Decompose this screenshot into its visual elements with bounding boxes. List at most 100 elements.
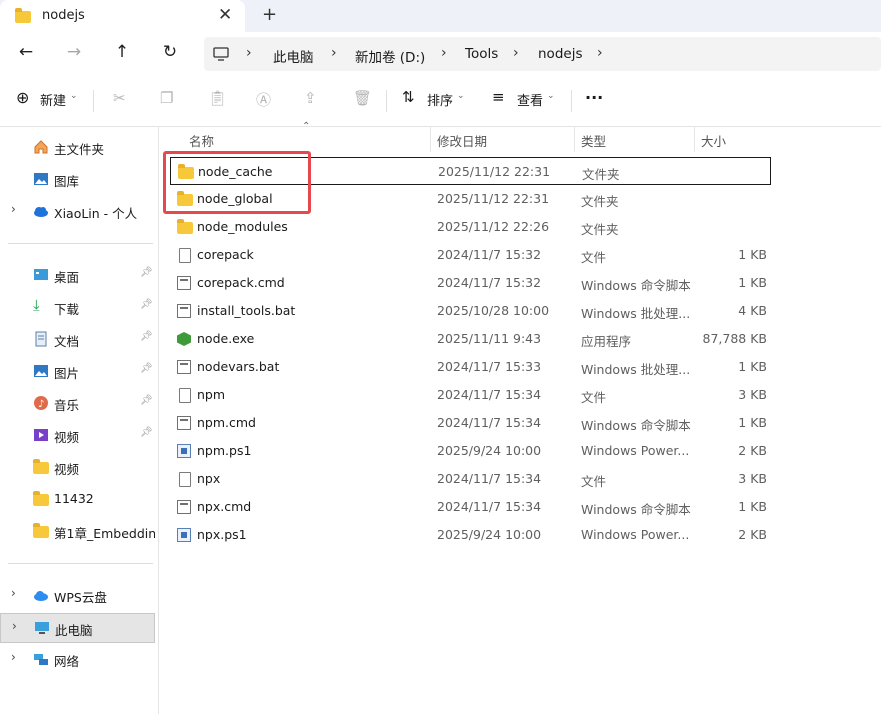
highlight-annotation — [163, 151, 311, 214]
sidebar-item-network[interactable]: › 网络 — [0, 645, 155, 673]
table-row[interactable]: node.exe 2025/11/11 9:43 应用程序 87,788 KB — [170, 325, 771, 353]
cut-icon[interactable]: ✂ — [113, 89, 126, 107]
sidebar-item-folder-videos[interactable]: 视频 — [0, 453, 155, 481]
file-type: 文件 — [581, 474, 607, 489]
chevron-right-icon[interactable]: › — [11, 650, 16, 664]
pin-icon[interactable]: 📌︎ — [140, 427, 153, 438]
copy-icon[interactable]: ❐ — [160, 89, 173, 107]
address-bar[interactable]: › 此电脑 › 新加卷 (D:) › Tools › nodejs › — [204, 37, 881, 71]
chevron-right-icon: › — [597, 45, 603, 61]
sort-button[interactable]: ⇅ 排序 ⌄ — [402, 76, 477, 126]
file-date: 2024/11/7 15:33 — [437, 359, 542, 374]
table-row[interactable]: npm.ps1 2025/9/24 10:00 Windows Power... 2 … — [170, 437, 771, 465]
chevron-down-icon: ⌄ — [457, 91, 465, 101]
pin-icon[interactable]: 📌︎ — [140, 331, 153, 342]
sidebar-item-folder-11432[interactable]: 11432 — [0, 485, 155, 513]
rename-icon[interactable]: Ⓐ — [256, 89, 271, 110]
table-row[interactable]: corepack 2024/11/7 15:32 文件 1 KB — [170, 241, 771, 269]
chevron-right-icon[interactable]: › — [12, 619, 17, 633]
breadcrumb-this-pc[interactable]: 此电脑 — [273, 46, 314, 66]
table-row[interactable]: npx.cmd 2024/11/7 15:34 Windows 命令脚本 1 KB — [170, 493, 771, 521]
breadcrumb-tools[interactable]: Tools — [465, 46, 498, 62]
monitor-icon — [213, 47, 229, 61]
file-size: 1 KB — [738, 415, 767, 430]
network-icon — [34, 654, 48, 665]
script-icon — [177, 304, 191, 318]
new-tab-button[interactable]: + — [262, 4, 277, 25]
column-header-name[interactable]: 名称 — [189, 131, 214, 150]
table-row[interactable]: nodevars.bat 2024/11/7 15:33 Windows 批处理..… — [170, 353, 771, 381]
folder-icon — [33, 491, 49, 506]
file-type: 文件夹 — [581, 194, 619, 209]
sidebar-item-music[interactable]: ♪ 音乐 📌︎ — [0, 389, 155, 417]
sidebar-divider — [8, 563, 153, 564]
column-divider[interactable] — [694, 127, 695, 152]
sidebar-item-downloads[interactable]: ⤓ 下载 📌︎ — [0, 293, 155, 321]
view-icon: ≡ — [492, 88, 505, 106]
table-row[interactable]: npm.cmd 2024/11/7 15:34 Windows 命令脚本 1 KB — [170, 409, 771, 437]
folder-icon — [33, 523, 49, 538]
sidebar-item-label: WPS云盘 — [54, 590, 107, 605]
table-row[interactable]: npx.ps1 2025/9/24 10:00 Windows Power... 2 … — [170, 521, 771, 549]
up-arrow-icon[interactable]: ↑ — [108, 42, 136, 66]
table-row[interactable]: install_tools.bat 2025/10/28 10:00 Windows… — [170, 297, 771, 325]
file-date: 2025/11/11 9:43 — [437, 331, 542, 346]
sidebar-item-folder-embedding[interactable]: 第1章_Embedding — [0, 517, 155, 545]
view-button[interactable]: ≡ 查看 ⌄ — [492, 76, 567, 126]
sidebar-item-label: 图片 — [54, 366, 80, 381]
new-button[interactable]: ⊕ 新建 ⌄ — [14, 76, 84, 126]
breadcrumb-drive-d[interactable]: 新加卷 (D:) — [355, 46, 425, 66]
file-type: 应用程序 — [581, 334, 632, 349]
sidebar-item-gallery[interactable]: 图库 — [0, 165, 155, 193]
column-header-date[interactable]: 修改日期 — [437, 131, 487, 150]
column-divider[interactable] — [574, 127, 575, 152]
delete-icon[interactable]: 🗑︎ — [353, 89, 372, 107]
sidebar-item-home[interactable]: 主文件夹 — [0, 133, 155, 161]
file-size: 87,788 KB — [702, 331, 767, 346]
table-row[interactable]: npm 2024/11/7 15:34 文件 3 KB — [170, 381, 771, 409]
table-row[interactable]: corepack.cmd 2024/11/7 15:32 Windows 命令脚本 1… — [170, 269, 771, 297]
pin-icon[interactable]: 📌︎ — [140, 299, 153, 310]
column-header-type[interactable]: 类型 — [581, 131, 606, 150]
script-icon — [177, 416, 191, 430]
table-row[interactable]: npx 2024/11/7 15:34 文件 3 KB — [170, 465, 771, 493]
paste-icon[interactable]: 📋︎ — [208, 89, 227, 107]
divider — [386, 90, 387, 112]
back-arrow-icon[interactable]: ← — [12, 42, 40, 66]
file-type: Windows 命令脚本 — [581, 502, 691, 517]
share-icon[interactable]: ⇪ — [304, 89, 317, 107]
forward-arrow-icon[interactable]: → — [60, 42, 88, 66]
table-row[interactable]: node_modules 2025/11/12 22:26 文件夹 — [170, 213, 771, 241]
chevron-right-icon: › — [513, 45, 519, 61]
close-icon[interactable]: ✕ — [218, 5, 232, 25]
refresh-icon[interactable]: ↻ — [156, 42, 184, 66]
file-date: 2025/9/24 10:00 — [437, 527, 542, 542]
breadcrumb-nodejs[interactable]: nodejs — [538, 46, 582, 62]
file-name: npx.ps1 — [197, 527, 247, 542]
chevron-right-icon[interactable]: › — [11, 586, 16, 600]
file-date: 2024/11/7 15:34 — [437, 415, 542, 430]
file-size: 2 KB — [738, 527, 767, 542]
chevron-down-icon: ⌄ — [547, 91, 555, 101]
chevron-right-icon[interactable]: › — [11, 202, 16, 216]
wps-cloud-icon — [34, 591, 48, 601]
node-exe-icon — [177, 332, 191, 346]
sidebar-item-label: 第1章_Embedding — [54, 526, 155, 541]
sidebar-item-videos[interactable]: 视频 📌︎ — [0, 421, 155, 449]
folder-icon — [15, 8, 31, 23]
tab-nodejs[interactable]: nodejs ✕ — [0, 0, 245, 32]
pin-icon[interactable]: 📌︎ — [140, 395, 153, 406]
more-options-icon[interactable]: ··· — [585, 88, 603, 107]
sidebar-item-desktop[interactable]: 桌面 📌︎ — [0, 261, 155, 289]
pin-icon[interactable]: 📌︎ — [140, 267, 153, 278]
sidebar-item-wps-cloud[interactable]: › WPS云盘 — [0, 581, 155, 609]
pin-icon[interactable]: 📌︎ — [140, 363, 153, 374]
sidebar-item-documents[interactable]: 文档 📌︎ — [0, 325, 155, 353]
column-divider[interactable] — [430, 127, 431, 152]
sidebar-item-onedrive[interactable]: › XiaoLin - 个人 — [0, 197, 155, 225]
sidebar-item-pictures[interactable]: 图片 📌︎ — [0, 357, 155, 385]
script-icon — [177, 500, 191, 514]
column-header-size[interactable]: 大小 — [701, 131, 726, 150]
sidebar-item-this-pc[interactable]: › 此电脑 — [0, 613, 155, 643]
sidebar-divider — [8, 243, 153, 244]
